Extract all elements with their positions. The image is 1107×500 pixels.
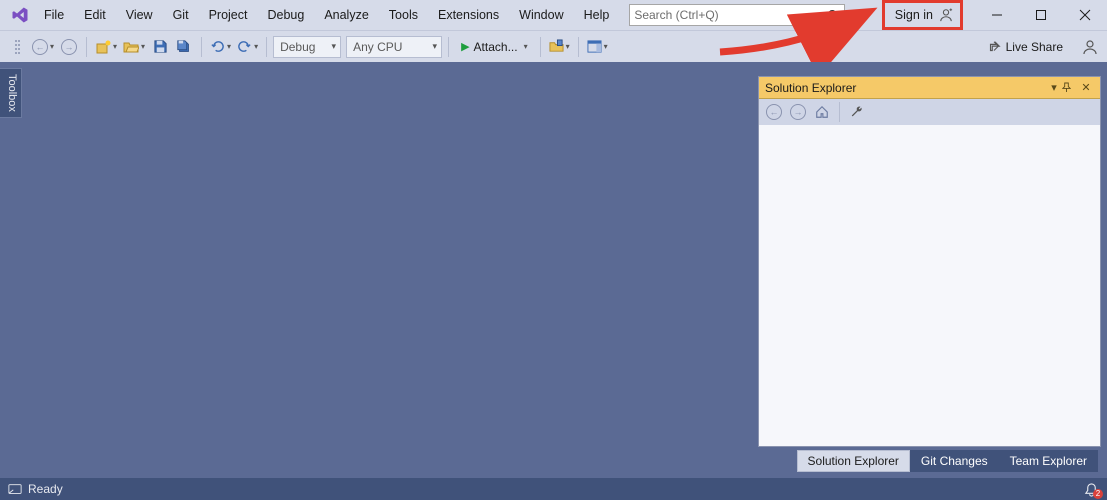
platform-label: Any CPU bbox=[353, 40, 402, 54]
toolbox-tab[interactable]: Toolbox bbox=[0, 68, 22, 118]
publish-selection-button[interactable] bbox=[547, 35, 572, 59]
menu-extensions[interactable]: Extensions bbox=[428, 2, 509, 28]
menu-window[interactable]: Window bbox=[509, 2, 573, 28]
save-all-button[interactable] bbox=[173, 35, 195, 59]
search-placeholder: Search (Ctrl+Q) bbox=[634, 8, 827, 22]
pin-icon[interactable] bbox=[1062, 82, 1078, 93]
menu-file[interactable]: File bbox=[34, 2, 74, 28]
minimize-button[interactable] bbox=[975, 0, 1019, 30]
work-area: Toolbox Solution Explorer ▾ ✕ ← → Soluti… bbox=[0, 62, 1107, 478]
se-properties-button[interactable] bbox=[846, 100, 868, 124]
menu-analyze[interactable]: Analyze bbox=[314, 2, 378, 28]
window-layout-button[interactable] bbox=[585, 35, 610, 59]
nav-forward-button[interactable]: → bbox=[58, 35, 80, 59]
separator bbox=[540, 37, 541, 57]
menu-bar: File Edit View Git Project Debug Analyze… bbox=[0, 0, 1107, 30]
menu-project[interactable]: Project bbox=[199, 2, 258, 28]
tab-solution-explorer[interactable]: Solution Explorer bbox=[797, 450, 910, 472]
solution-explorer-panel: Solution Explorer ▾ ✕ ← → bbox=[758, 76, 1101, 447]
sign-in-button[interactable]: Sign in bbox=[882, 0, 963, 30]
platform-combo[interactable]: Any CPU bbox=[346, 36, 442, 58]
status-ready: Ready bbox=[28, 482, 63, 496]
undo-button[interactable] bbox=[208, 35, 233, 59]
window-position-icon[interactable]: ▾ bbox=[1046, 81, 1062, 94]
redo-button[interactable] bbox=[235, 35, 260, 59]
separator bbox=[266, 37, 267, 57]
menu-debug[interactable]: Debug bbox=[257, 2, 314, 28]
save-button[interactable] bbox=[149, 35, 171, 59]
menu-view[interactable]: View bbox=[116, 2, 163, 28]
panel-tabs: Solution Explorer Git Changes Team Explo… bbox=[797, 450, 1098, 472]
se-home-button[interactable] bbox=[811, 100, 833, 124]
menu-tools[interactable]: Tools bbox=[379, 2, 428, 28]
tab-git-changes[interactable]: Git Changes bbox=[910, 450, 999, 472]
solution-explorer-titlebar[interactable]: Solution Explorer ▾ ✕ bbox=[759, 77, 1100, 99]
play-icon: ▶ bbox=[461, 40, 469, 53]
separator bbox=[839, 102, 840, 122]
solution-explorer-body bbox=[759, 125, 1100, 446]
maximize-button[interactable] bbox=[1019, 0, 1063, 30]
toolbar: ← → Debug Any CPU ▶ Attach... Live Share bbox=[0, 30, 1107, 62]
sign-in-label: Sign in bbox=[895, 8, 933, 22]
configuration-label: Debug bbox=[280, 40, 315, 54]
output-icon[interactable] bbox=[8, 482, 22, 496]
new-project-button[interactable] bbox=[93, 35, 119, 59]
visual-studio-logo-icon bbox=[6, 6, 34, 24]
drag-handle-icon[interactable] bbox=[6, 35, 28, 59]
menu-edit[interactable]: Edit bbox=[74, 2, 116, 28]
nav-back-button[interactable]: ← bbox=[30, 35, 56, 59]
tab-team-explorer[interactable]: Team Explorer bbox=[999, 450, 1098, 472]
close-panel-icon[interactable]: ✕ bbox=[1078, 81, 1094, 94]
separator bbox=[86, 37, 87, 57]
start-debug-button[interactable]: ▶ Attach... bbox=[455, 35, 534, 59]
user-icon bbox=[939, 8, 953, 22]
menu-items: File Edit View Git Project Debug Analyze… bbox=[34, 2, 619, 28]
feedback-button[interactable] bbox=[1079, 35, 1101, 59]
status-bar: Ready 2 bbox=[0, 478, 1107, 500]
open-file-button[interactable] bbox=[121, 35, 147, 59]
live-share-label: Live Share bbox=[1006, 40, 1063, 54]
close-button[interactable] bbox=[1063, 0, 1107, 30]
search-input[interactable]: Search (Ctrl+Q) bbox=[629, 4, 845, 26]
notifications-button[interactable]: 2 bbox=[1084, 482, 1099, 497]
search-icon bbox=[827, 9, 840, 22]
solution-explorer-toolbar: ← → bbox=[759, 99, 1100, 125]
start-label: Attach... bbox=[474, 40, 518, 54]
live-share-button[interactable]: Live Share bbox=[979, 40, 1071, 54]
separator bbox=[201, 37, 202, 57]
window-controls bbox=[975, 0, 1107, 30]
separator bbox=[448, 37, 449, 57]
notifications-count: 2 bbox=[1093, 489, 1103, 499]
solution-explorer-title: Solution Explorer bbox=[765, 81, 1046, 95]
configuration-combo[interactable]: Debug bbox=[273, 36, 341, 58]
se-forward-button[interactable]: → bbox=[787, 100, 809, 124]
menu-git[interactable]: Git bbox=[163, 2, 199, 28]
se-back-button[interactable]: ← bbox=[763, 100, 785, 124]
menu-help[interactable]: Help bbox=[574, 2, 620, 28]
share-icon bbox=[987, 40, 1001, 54]
separator bbox=[578, 37, 579, 57]
